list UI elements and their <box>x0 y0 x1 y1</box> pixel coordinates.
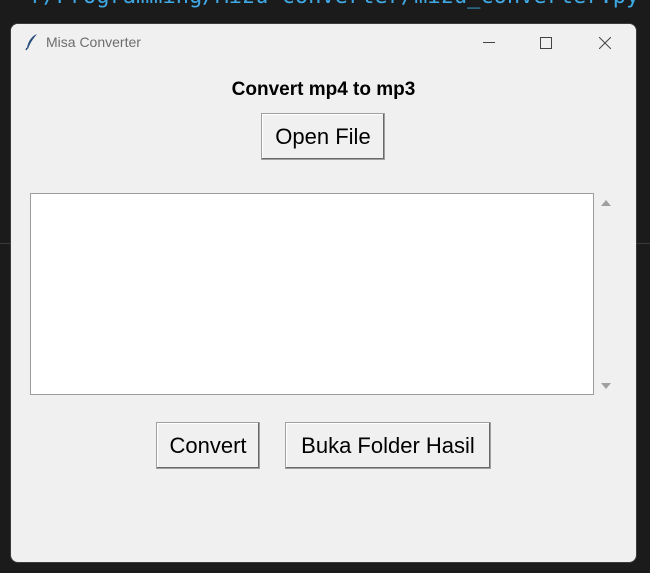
close-icon <box>599 37 611 49</box>
output-text-area[interactable] <box>30 193 594 395</box>
vertical-scrollbar[interactable] <box>594 193 618 395</box>
open-result-folder-button[interactable]: Buka Folder Hasil <box>285 422 491 469</box>
open-file-button[interactable]: Open File <box>261 113 385 160</box>
background-divider-right <box>637 243 650 244</box>
minimize-button[interactable] <box>466 24 512 61</box>
scroll-down-arrow-icon[interactable] <box>600 381 612 391</box>
feather-icon <box>25 33 39 51</box>
maximize-icon <box>540 37 552 49</box>
page-title: Convert mp4 to mp3 <box>231 79 416 100</box>
scroll-up-arrow-icon[interactable] <box>600 198 612 208</box>
convert-button[interactable]: Convert <box>156 422 260 469</box>
close-button[interactable] <box>582 24 628 61</box>
minimize-icon <box>483 42 495 43</box>
maximize-button[interactable] <box>523 24 569 61</box>
app-window: Misa Converter Convert mp4 to mp3 Open F… <box>11 24 636 562</box>
background-code-path: r/Programming/Mizu-converter/mizu_conver… <box>30 0 639 9</box>
title-bar[interactable]: Misa Converter <box>11 24 636 61</box>
window-title: Misa Converter <box>46 34 141 50</box>
